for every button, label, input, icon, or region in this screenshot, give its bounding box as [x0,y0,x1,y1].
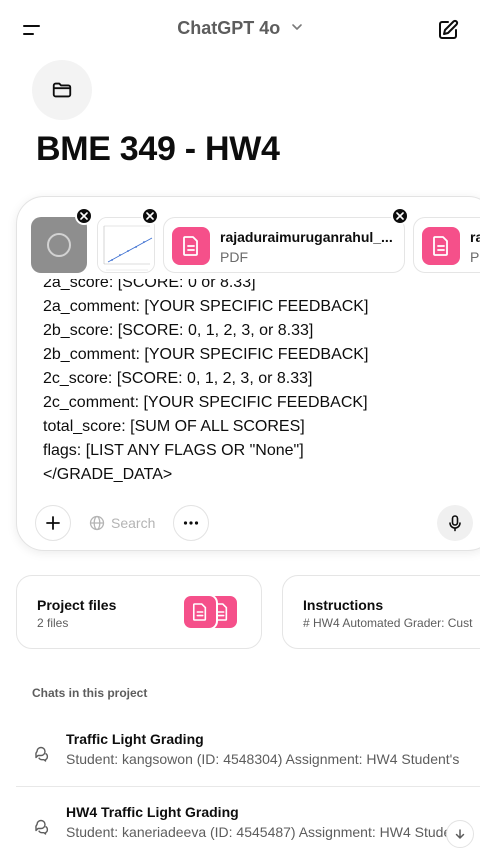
document-icon [182,594,218,630]
attachments-row: rajaduraimuruganrahul_... PDF ra PD [31,207,480,273]
instructions-preview: # HW4 Automated Grader: Cust [303,616,473,630]
project-title: BME 349 - HW4 [36,130,280,168]
new-chat-icon[interactable] [436,18,460,42]
chats-section-label: Chats in this project [32,686,148,700]
prompt-line: 2a_score: [SCORE: 0 or 8.33] [43,279,256,291]
prompt-line: 2b_comment: [YOUR SPECIFIC FEEDBACK] [43,346,369,363]
loading-attachment [31,217,87,273]
file-name: ra [470,229,480,245]
globe-icon [89,515,105,531]
model-title[interactable]: ChatGPT 4o [177,18,280,38]
remove-attachment-button[interactable] [391,207,409,225]
prompt-line: 2c_score: [SCORE: 0, 1, 2, 3, or 8.33] [43,370,313,387]
file-type: PD [470,249,480,265]
chat-bubble-icon [35,819,48,835]
file-attachment[interactable]: ra PD [413,217,480,273]
top-bar: ChatGPT 4o [0,0,480,60]
instructions-card[interactable]: Instructions # HW4 Automated Grader: Cus… [282,575,480,649]
spinner-icon [47,233,71,257]
project-files-title: Project files [37,597,117,613]
composer-toolbar: Search [17,505,480,541]
chevron-down-icon [291,24,302,30]
chat-item[interactable]: Traffic Light Grading Student: kangsowon… [16,723,480,783]
more-tools-button[interactable] [173,505,209,541]
image-attachment[interactable] [97,217,155,273]
divider [16,786,480,787]
add-attachment-button[interactable] [35,505,71,541]
prompt-line: 2c_comment: [YOUR SPECIFIC FEEDBACK] [43,394,368,411]
file-name: rajaduraimuruganrahul_... [220,229,393,245]
remove-attachment-button[interactable] [141,207,159,225]
prompt-line: total_score: [SUM OF ALL SCORES] [43,418,305,435]
chart-thumbnail [98,218,154,272]
more-icon [183,521,199,525]
prompt-line: 2b_score: [SCORE: 0, 1, 2, 3, or 8.33] [43,322,314,339]
document-icon [172,227,210,265]
prompt-line: </GRADE_DATA> [43,466,173,483]
file-attachment[interactable]: rajaduraimuruganrahul_... PDF [163,217,405,273]
dictate-button[interactable] [437,505,473,541]
prompt-textarea[interactable]: 2a_score: [SCORE: 0 or 8.33] 2a_comment:… [43,279,480,497]
chat-preview: Student: kaneriadeeva (ID: 4545487) Assi… [66,824,463,840]
model-selector[interactable]: ChatGPT 4o [0,18,480,39]
chat-title: HW4 Traffic Light Grading [66,804,239,820]
prompt-line: 2a_comment: [YOUR SPECIFIC FEEDBACK] [43,298,369,315]
document-icon [422,227,460,265]
plus-icon [46,516,60,530]
remove-attachment-button[interactable] [75,207,93,225]
arrow-down-icon [455,829,465,839]
chat-preview: Student: kangsowon (ID: 4548304) Assignm… [66,751,460,767]
chat-bubble-icon [35,746,48,762]
project-files-card[interactable]: Project files 2 files [16,575,262,649]
search-button[interactable]: Search [81,505,163,541]
folder-icon[interactable] [32,60,92,120]
app-root: ChatGPT 4o BME 349 - HW4 rajaduraimuruga… [0,0,480,853]
instructions-title: Instructions [303,597,384,613]
composer[interactable]: rajaduraimuruganrahul_... PDF ra PD 2a_s… [16,196,480,551]
scroll-down-button[interactable] [446,820,474,848]
search-label: Search [111,515,156,531]
chat-item[interactable]: HW4 Traffic Light Grading Student: kaner… [16,796,480,853]
chat-title: Traffic Light Grading [66,731,204,747]
mic-icon [449,515,461,532]
file-type: PDF [220,249,248,265]
project-files-count: 2 files [37,616,69,630]
prompt-line: flags: [LIST ANY FLAGS OR "None"] [43,442,304,459]
